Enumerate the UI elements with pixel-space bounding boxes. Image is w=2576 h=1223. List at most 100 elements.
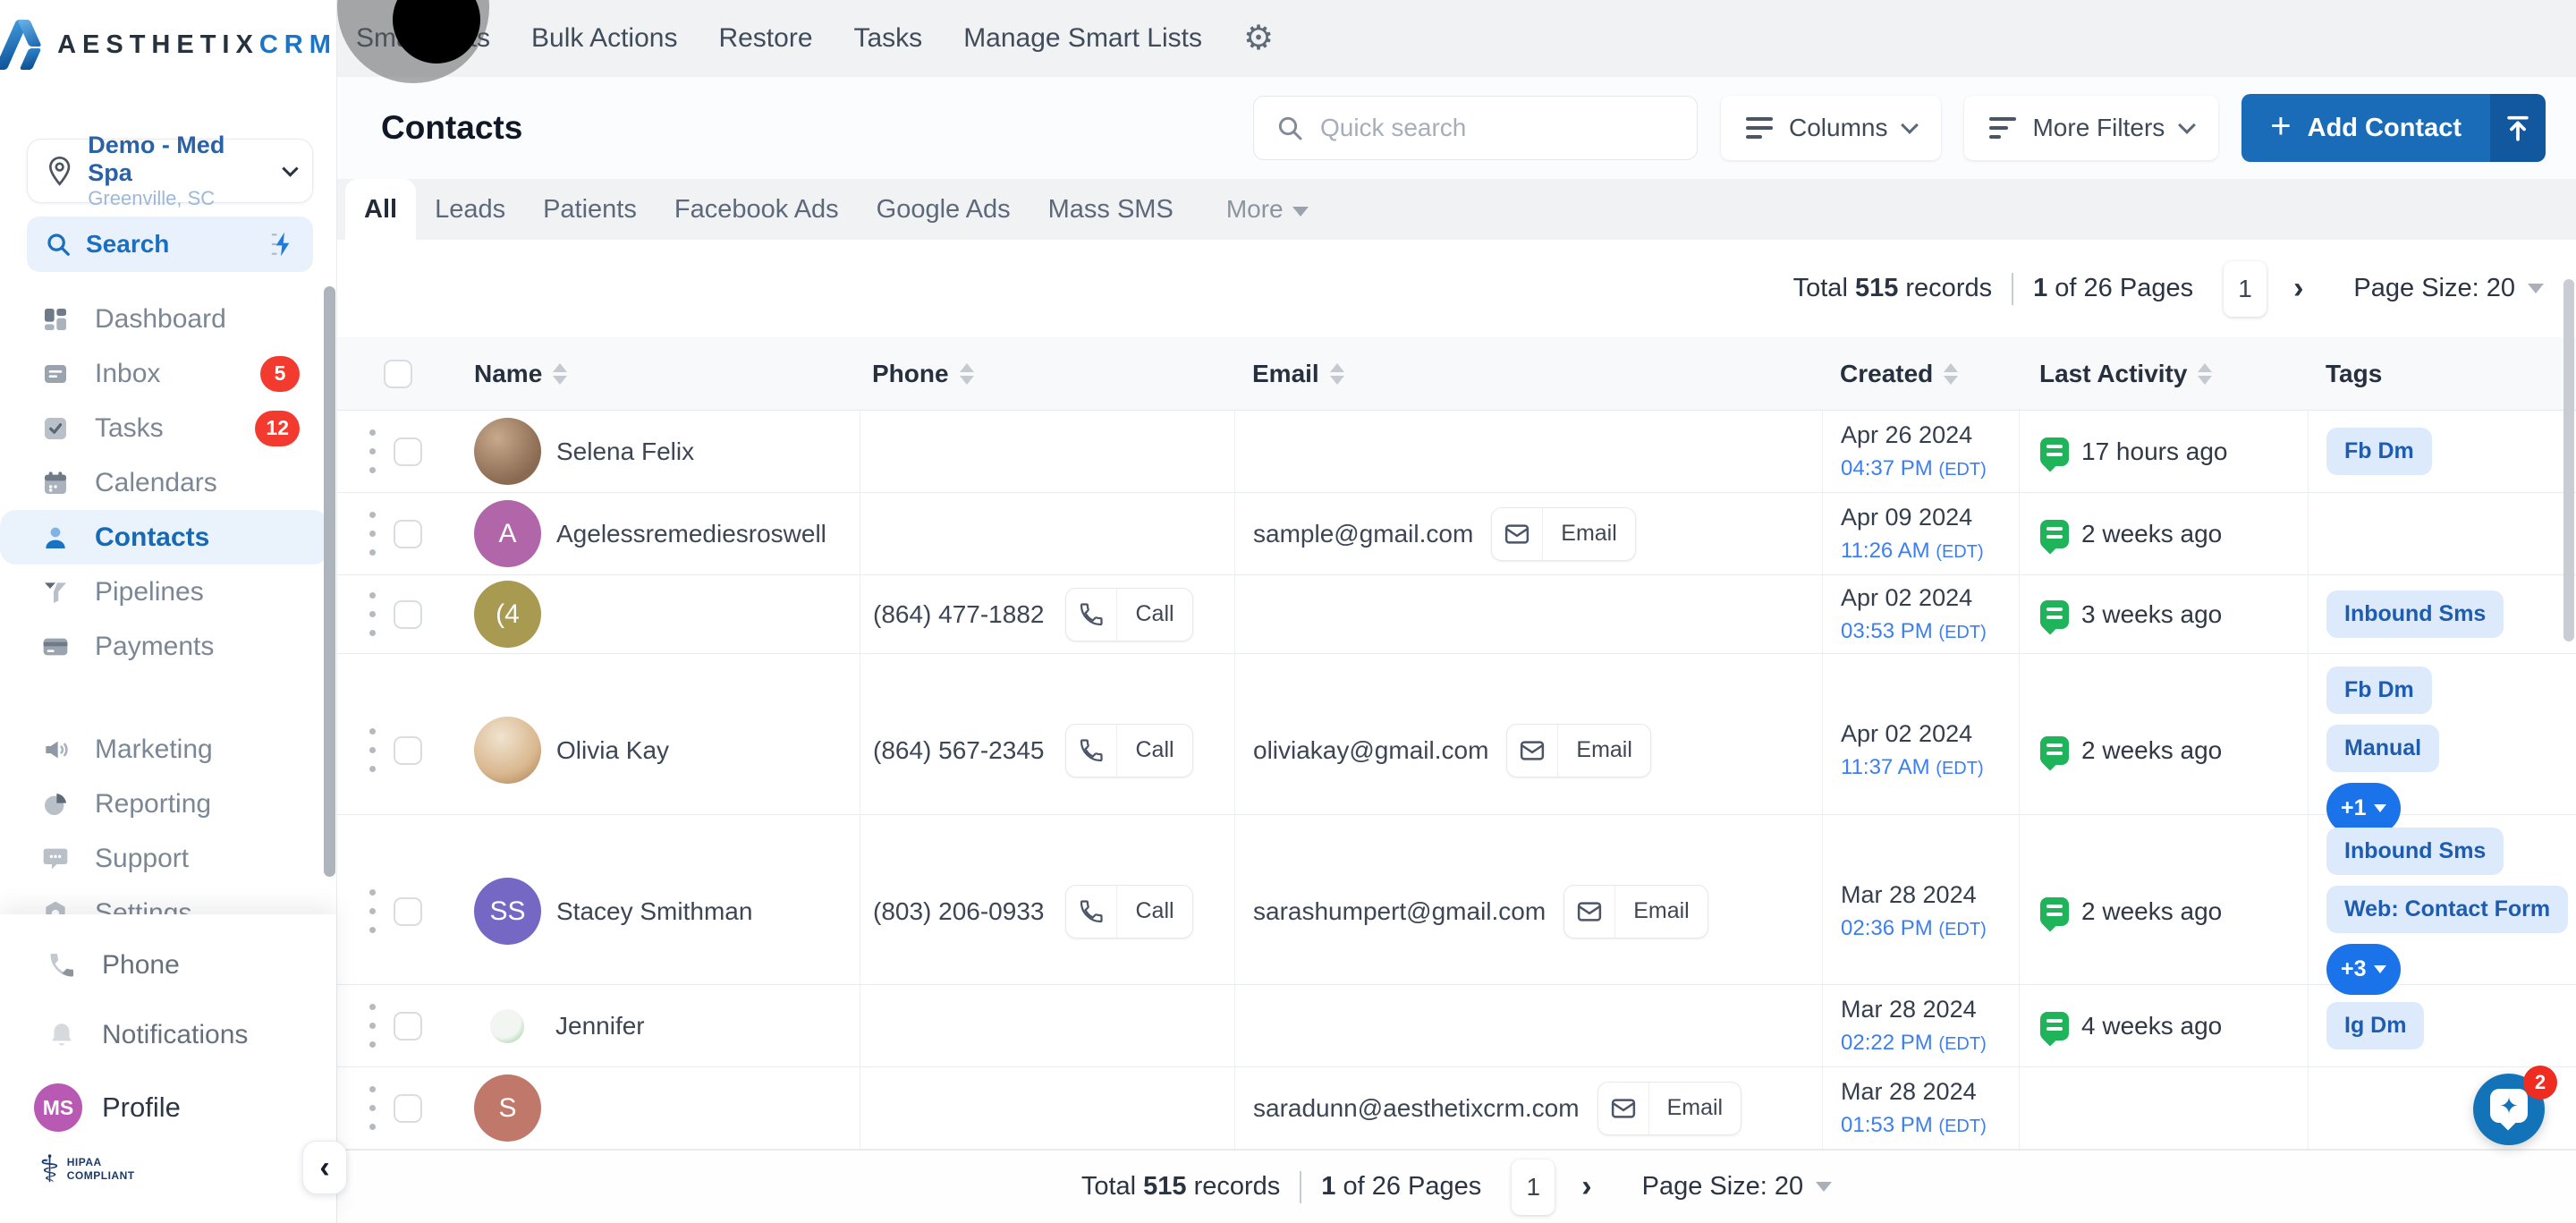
sidebar-search[interactable]: Search bbox=[27, 217, 313, 272]
email-button[interactable]: Email bbox=[1506, 723, 1651, 777]
row-checkbox[interactable] bbox=[394, 1011, 422, 1040]
toolbar-item-bulk-actions[interactable]: Bulk Actions bbox=[531, 23, 677, 54]
sidebar-scrollbar[interactable] bbox=[324, 286, 335, 877]
contact-name-cell[interactable]: A Agelessremediesroswell bbox=[462, 493, 860, 574]
tag-pill[interactable]: Fb Dm bbox=[2326, 428, 2432, 475]
row-menu-icon[interactable] bbox=[368, 1081, 377, 1135]
help-chat-widget[interactable]: ✦ 2 bbox=[2473, 1066, 2557, 1145]
tag-pill[interactable]: Inbound Sms bbox=[2326, 828, 2504, 875]
chevron-down-icon bbox=[2373, 965, 2386, 973]
page-size-label[interactable]: Page Size: 20 bbox=[1642, 1172, 1804, 1202]
sidebar-collapse-button[interactable]: ‹ bbox=[302, 1141, 347, 1194]
sort-icon[interactable] bbox=[2198, 362, 2213, 385]
header-email[interactable]: Email bbox=[1234, 337, 1822, 410]
tab-patients[interactable]: Patients bbox=[524, 179, 656, 240]
contact-name-cell[interactable]: Selena Felix bbox=[462, 411, 860, 492]
header-created[interactable]: Created bbox=[1822, 337, 2019, 410]
sort-icon[interactable] bbox=[959, 362, 974, 385]
next-page-button[interactable]: › bbox=[1581, 1169, 1591, 1204]
row-menu-icon[interactable] bbox=[368, 587, 377, 641]
current-page-box[interactable]: 1 bbox=[2224, 260, 2267, 317]
tab-mass-sms[interactable]: Mass SMS bbox=[1030, 179, 1192, 240]
more-filters-button[interactable]: More Filters bbox=[1964, 96, 2219, 160]
header-last-activity[interactable]: Last Activity bbox=[2019, 337, 2308, 410]
row-menu-icon[interactable] bbox=[368, 884, 377, 938]
add-contact-button[interactable]: + Add Contact bbox=[2241, 94, 2490, 162]
next-page-button[interactable]: › bbox=[2293, 271, 2303, 306]
import-icon bbox=[2507, 115, 2529, 141]
quick-search-input[interactable]: Quick search bbox=[1252, 96, 1698, 160]
tab-google-ads[interactable]: Google Ads bbox=[858, 179, 1030, 240]
sidebar-item-calendars[interactable]: Calendars bbox=[0, 455, 337, 510]
sidebar-item-support[interactable]: Support bbox=[0, 831, 337, 886]
avatar: A bbox=[474, 500, 541, 567]
settings-gear-icon[interactable]: ⚙ bbox=[1243, 21, 1274, 55]
sidebar-item-contacts[interactable]: Contacts bbox=[0, 510, 329, 565]
columns-button[interactable]: Columns bbox=[1720, 96, 1942, 160]
contact-name-cell[interactable]: S bbox=[462, 1067, 860, 1149]
row-checkbox[interactable] bbox=[394, 437, 422, 466]
row-checkbox[interactable] bbox=[394, 519, 422, 548]
select-all-checkbox[interactable] bbox=[384, 359, 412, 388]
import-contacts-button[interactable] bbox=[2490, 94, 2546, 162]
header-name[interactable]: Name bbox=[462, 337, 860, 410]
tabs-more-dropdown[interactable]: More bbox=[1212, 179, 1323, 240]
envelope-icon bbox=[1611, 1098, 1635, 1118]
toolbar-item-tasks[interactable]: Tasks bbox=[854, 23, 923, 54]
email-button[interactable]: Email bbox=[1491, 506, 1636, 561]
header-phone[interactable]: Phone bbox=[860, 337, 1234, 410]
phone-cell bbox=[860, 493, 1234, 574]
sidebar-item-dashboard[interactable]: Dashboard bbox=[0, 292, 337, 346]
sidebar-item-inbox[interactable]: Inbox 5 bbox=[0, 346, 337, 401]
tasks-badge: 12 bbox=[255, 410, 300, 446]
row-checkbox[interactable] bbox=[394, 735, 422, 765]
sidebar-item-pipelines[interactable]: Pipelines bbox=[0, 565, 337, 619]
sidebar-item-notifications[interactable]: Notifications bbox=[0, 1000, 336, 1070]
tasks-icon bbox=[45, 417, 66, 439]
row-checkbox[interactable] bbox=[394, 599, 422, 629]
row-menu-icon[interactable] bbox=[368, 424, 377, 479]
page-size-caret-icon[interactable] bbox=[1816, 1182, 1833, 1192]
sidebar-item-payments[interactable]: Payments bbox=[0, 619, 337, 674]
top-pagination: Total 515 records 1 of 26 Pages 1 › Page… bbox=[337, 240, 2576, 337]
tag-pill[interactable]: Manual bbox=[2326, 725, 2440, 772]
row-menu-icon[interactable] bbox=[368, 506, 377, 561]
sidebar-item-phone[interactable]: Phone bbox=[0, 930, 336, 1000]
call-button[interactable]: Call bbox=[1065, 587, 1193, 641]
last-activity-cell: 2 weeks ago bbox=[2019, 815, 2308, 1007]
call-button[interactable]: Call bbox=[1065, 884, 1193, 938]
toolbar-item-restore[interactable]: Restore bbox=[718, 23, 812, 54]
page-scrollbar[interactable] bbox=[2563, 279, 2574, 641]
toolbar-item-manage-smart-lists[interactable]: Manage Smart Lists bbox=[963, 23, 1202, 54]
call-button[interactable]: Call bbox=[1065, 723, 1193, 777]
tag-pill[interactable]: Ig Dm bbox=[2326, 1002, 2425, 1049]
tag-pill[interactable]: Inbound Sms bbox=[2326, 590, 2504, 638]
tab-facebook-ads[interactable]: Facebook Ads bbox=[656, 179, 858, 240]
contact-name-cell[interactable]: Jennifer bbox=[462, 985, 860, 1066]
row-menu-icon[interactable] bbox=[368, 998, 377, 1053]
page-size-label[interactable]: Page Size: 20 bbox=[2353, 274, 2515, 303]
contact-name-cell[interactable]: SS Stacey Smithman bbox=[462, 815, 860, 1007]
row-checkbox[interactable] bbox=[394, 1093, 422, 1123]
location-switcher[interactable]: Demo - Med Spa Greenville, SC bbox=[27, 132, 313, 209]
sort-icon[interactable] bbox=[553, 362, 568, 385]
created-cell: Mar 28 2024 02:36 PM (EDT) bbox=[1822, 815, 2019, 1007]
sidebar-item-reporting[interactable]: Reporting bbox=[0, 777, 337, 831]
sort-icon[interactable] bbox=[1329, 362, 1344, 385]
email-button[interactable]: Email bbox=[1597, 1081, 1742, 1135]
tag-pill[interactable]: Web: Contact Form bbox=[2326, 886, 2569, 933]
sidebar-profile[interactable]: MS Profile bbox=[0, 1070, 336, 1145]
current-page-box[interactable]: 1 bbox=[1512, 1159, 1555, 1215]
tag-pill[interactable]: Fb Dm bbox=[2326, 667, 2432, 714]
tab-all[interactable]: All bbox=[345, 179, 417, 240]
row-menu-icon[interactable] bbox=[368, 723, 377, 777]
page-size-caret-icon[interactable] bbox=[2528, 284, 2544, 293]
row-checkbox[interactable] bbox=[394, 896, 422, 926]
sidebar-item-marketing[interactable]: Marketing bbox=[0, 722, 337, 777]
sort-icon[interactable] bbox=[1944, 362, 1959, 385]
email-cell: saradunn@aesthetixcrm.com Email bbox=[1234, 1067, 1822, 1149]
email-button[interactable]: Email bbox=[1563, 884, 1708, 938]
sidebar-item-tasks[interactable]: Tasks 12 bbox=[0, 401, 337, 455]
contact-name-cell[interactable]: (4 bbox=[462, 575, 860, 653]
tab-leads[interactable]: Leads bbox=[416, 179, 524, 240]
